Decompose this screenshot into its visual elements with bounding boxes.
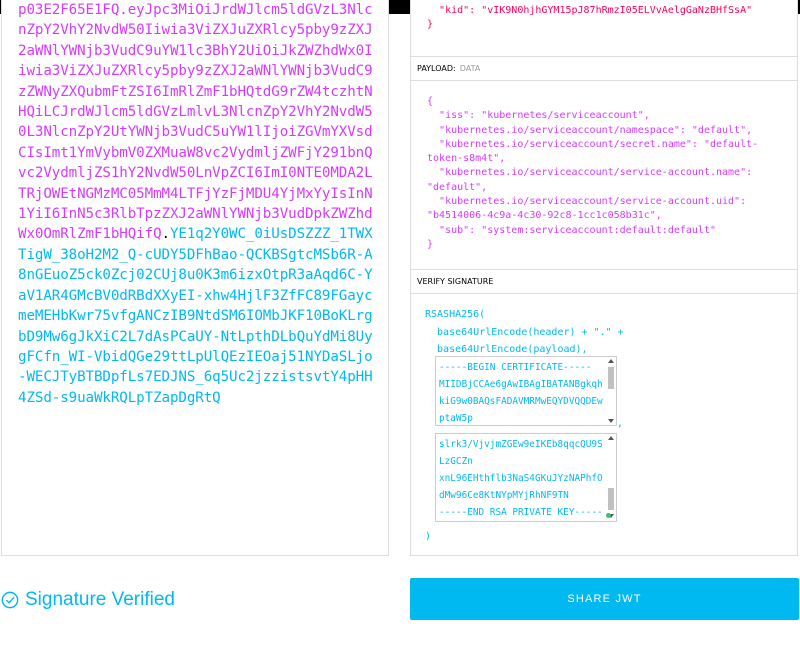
verify-close-paren: ) xyxy=(425,531,432,542)
encoded-signature: YE1q2Y0WC_0iUsDSZZZ_1TWXTigW_38oH2M2_Q-c… xyxy=(18,226,373,406)
public-key-text: -----BEGIN CERTIFICATE----- MIIDBjCCAe6g… xyxy=(439,362,603,424)
verify-code: RSASHA256( base64UrlEncode(header) + "."… xyxy=(425,306,624,359)
payload-section-sub: DATA xyxy=(459,64,481,73)
scroll-up-icon[interactable] xyxy=(608,436,614,440)
verify-section-label: VERIFY SIGNATURE xyxy=(417,277,494,286)
payload-panel: PAYLOAD: DATA { "iss": "kubernetes/servic… xyxy=(410,56,798,270)
valid-key-indicator xyxy=(606,513,611,518)
payload-json-editor[interactable]: { "iss": "kubernetes/serviceaccount", "k… xyxy=(427,95,783,252)
verify-signature-panel: VERIFY SIGNATURE RSASHA256( base64UrlEnc… xyxy=(410,269,798,556)
header-close-brace: } xyxy=(427,19,434,31)
payload-section-header: PAYLOAD: DATA xyxy=(411,56,797,81)
signature-status: Signature Verified xyxy=(0,585,175,615)
verify-algorithm-line: RSASHA256( xyxy=(425,309,486,320)
public-key-comma: , xyxy=(617,418,624,429)
verify-section-header: VERIFY SIGNATURE xyxy=(411,269,797,294)
encoded-token-text[interactable]: p03E2F65E1FQ.eyJpc3MiOiJrdWJlcm5ldGVzL3N… xyxy=(18,0,378,408)
encoded-token-panel[interactable]: p03E2F65E1FQ.eyJpc3MiOiJrdWJlcm5ldGVzL3N… xyxy=(1,0,389,556)
public-key-input[interactable]: -----BEGIN CERTIFICATE----- MIIDBjCCAe6g… xyxy=(435,356,617,426)
private-key-text: slrk3/VjvjmZGEw9eIKEb8qqcQU9S LzGCZn xnL… xyxy=(439,439,603,518)
scroll-up-icon[interactable] xyxy=(608,359,614,363)
private-key-scrollbar[interactable] xyxy=(607,436,615,518)
decoded-header-panel[interactable]: "kid": "vIK9N0hjhGYM15pJ87hRmzI05ELVvAel… xyxy=(410,0,798,57)
public-key-scrollbar[interactable] xyxy=(607,359,615,423)
encoded-payload: p03E2F65E1FQ.eyJpc3MiOiJrdWJlcm5ldGVzL3N… xyxy=(18,2,373,243)
header-kid-line: "kid": "vIK9N0hjhGYM15pJ87hRmzI05ELVvAel… xyxy=(427,5,753,16)
encoded-separator-dot: . xyxy=(161,226,171,243)
payload-section-label: PAYLOAD: xyxy=(417,64,456,73)
verify-header-line: base64UrlEncode(header) + "." + xyxy=(425,326,624,338)
scroll-thumb[interactable] xyxy=(608,488,614,510)
scroll-thumb[interactable] xyxy=(608,367,614,389)
share-jwt-button[interactable]: SHARE JWT xyxy=(410,578,799,620)
signature-verified-text: Signature Verified xyxy=(25,589,175,610)
scroll-down-icon[interactable] xyxy=(608,419,614,423)
private-key-input[interactable]: slrk3/VjvjmZGEw9eIKEb8qqcQU9S LzGCZn xnL… xyxy=(435,433,617,522)
decoded-header-json[interactable]: "kid": "vIK9N0hjhGYM15pJ87hRmzI05ELVvAel… xyxy=(427,4,752,33)
check-circle-icon xyxy=(1,591,19,609)
